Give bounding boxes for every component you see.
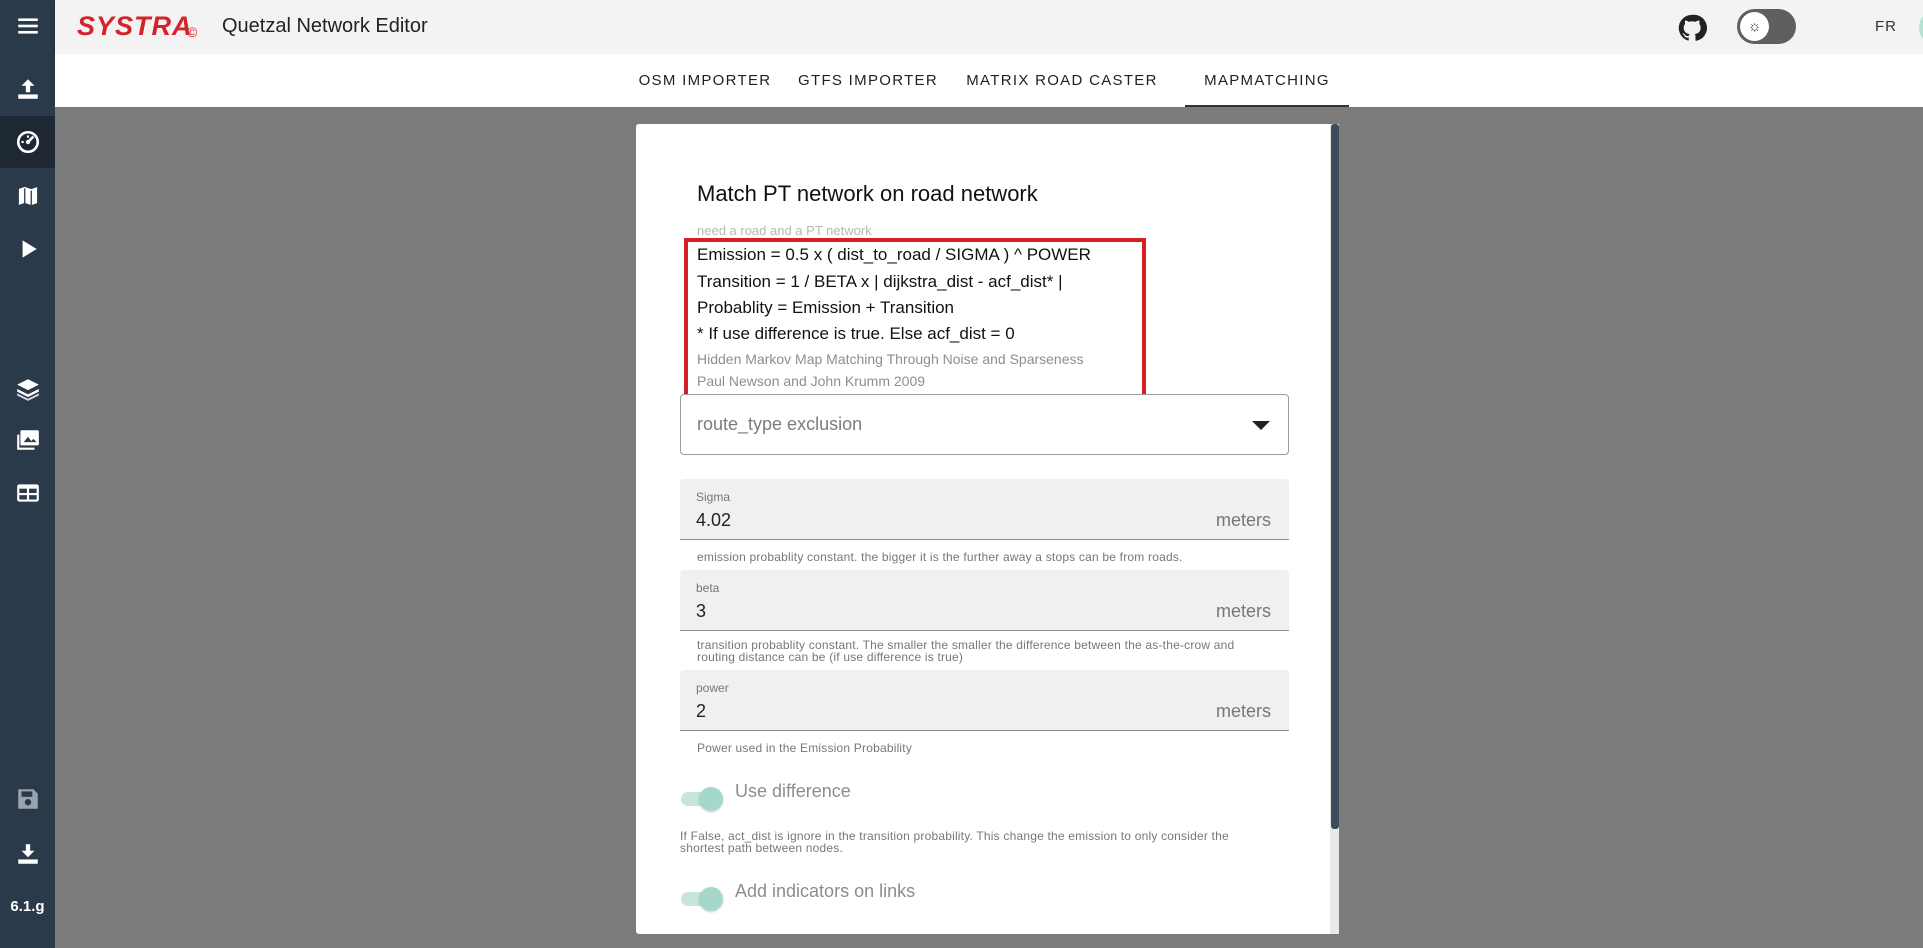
emission-formula: Emission = 0.5 x ( dist_to_road / SIGMA … [697, 245, 1091, 264]
add-indicators-label: Add indicators on links [735, 881, 916, 901]
menu-icon[interactable] [0, 0, 55, 52]
chevron-down-icon [1252, 421, 1270, 430]
sigma-unit: meters [1215, 510, 1271, 530]
beta-label: beta [696, 581, 720, 595]
toggle-knob [699, 887, 723, 911]
beta-unit: meters [1215, 601, 1271, 621]
upload-icon[interactable] [0, 63, 55, 115]
app-title: Quetzal Network Editor [222, 15, 428, 37]
images-icon[interactable] [0, 414, 55, 466]
power-hint: Power used in the Emission Probability [697, 741, 913, 755]
power-value[interactable]: 2 [696, 701, 706, 722]
probability-formula: Probablity = Emission + Transition [697, 298, 955, 317]
beta-hint: transition probablity constant. The smal… [697, 638, 1235, 664]
sigma-field[interactable]: Sigma 4.02 meters [680, 479, 1289, 540]
github-icon[interactable] [1677, 13, 1707, 43]
mapmatching-card: Match PT network on road network need a … [636, 124, 1339, 934]
table-icon[interactable] [0, 467, 55, 519]
version-label: 6.1.g [10, 898, 45, 915]
sigma-value[interactable]: 4.02 [696, 510, 731, 531]
brand-logo-mark: © [187, 24, 198, 40]
tab-osm-importer[interactable]: OSM IMPORTER [630, 54, 780, 107]
use-difference-toggle[interactable] [681, 787, 723, 811]
brand-logo: SYSTRA [77, 11, 193, 41]
theme-toggle[interactable]: ☼ [1737, 9, 1796, 44]
power-field[interactable]: power 2 meters [680, 670, 1289, 731]
reference-authors: Paul Newson and John Krumm 2009 [697, 373, 926, 389]
beta-value[interactable]: 3 [696, 601, 706, 622]
speedometer-icon[interactable] [0, 116, 55, 168]
download-icon[interactable] [0, 828, 55, 880]
toggle-knob [699, 787, 723, 811]
tab-matrix-road-caster[interactable]: MATRIX ROAD CASTER [962, 54, 1162, 107]
top-app-bar: SYSTRA © Quetzal Network Editor ☼ FR QC [55, 0, 1923, 54]
add-indicators-toggle[interactable] [681, 887, 723, 911]
language-switch[interactable]: FR [1875, 18, 1897, 35]
map-icon[interactable] [0, 170, 55, 222]
beta-field[interactable]: beta 3 meters [680, 570, 1289, 631]
tab-mapmatching[interactable]: MAPMATCHING [1185, 54, 1349, 107]
formula-footnote: * If use difference is true. Else acf_di… [697, 324, 1015, 343]
sun-icon: ☼ [1740, 12, 1769, 41]
tab-gtfs-importer[interactable]: GTFS IMPORTER [793, 54, 943, 107]
card-scrollbar-thumb[interactable] [1331, 124, 1339, 829]
sigma-label: Sigma [696, 490, 731, 504]
play-icon[interactable] [0, 223, 55, 275]
use-difference-hint: If False, act_dist is ignore in the tran… [680, 829, 1229, 855]
power-unit: meters [1215, 701, 1271, 721]
save-icon[interactable] [0, 773, 55, 825]
sigma-hint: emission probablity constant. the bigger… [697, 550, 1183, 564]
layers-icon[interactable] [0, 363, 55, 415]
left-sidebar: 6.1.g [0, 0, 55, 948]
use-difference-label: Use difference [735, 781, 851, 801]
route-type-exclusion-select[interactable]: route_type exclusion [680, 394, 1289, 455]
user-avatar[interactable]: QC [1919, 9, 1923, 46]
transition-formula: Transition = 1 / BETA x | dijkstra_dist … [697, 272, 1063, 291]
tab-bar: OSM IMPORTER GTFS IMPORTER MATRIX ROAD C… [55, 54, 1923, 107]
route-type-exclusion-placeholder: route_type exclusion [697, 414, 863, 434]
card-title: Match PT network on road network [697, 181, 1038, 206]
power-label: power [696, 681, 729, 695]
reference-title: Hidden Markov Map Matching Through Noise… [697, 351, 1084, 367]
card-subtitle: need a road and a PT network [697, 223, 872, 238]
